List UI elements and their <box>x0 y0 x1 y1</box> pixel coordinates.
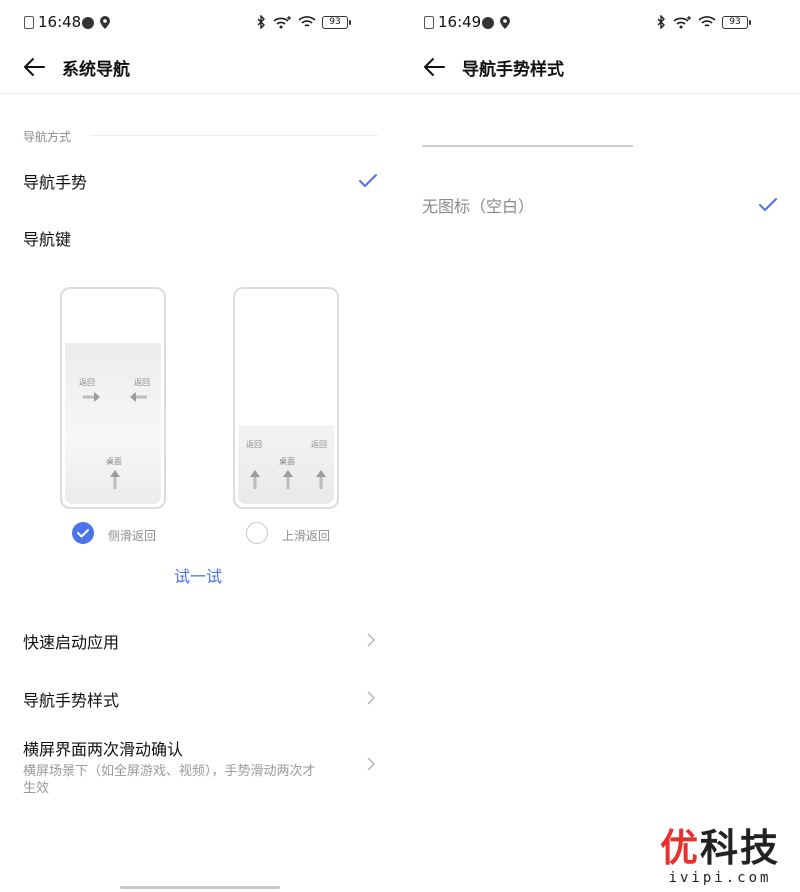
option-no-icon[interactable]: 无图标（空白） <box>422 192 778 218</box>
sim-icon <box>424 16 434 29</box>
list-item-title: 导航手势样式 <box>23 691 120 710</box>
battery-icon: 93 <box>322 15 351 29</box>
back-hint-left: 返回 <box>246 440 262 449</box>
notification-icon <box>82 17 94 29</box>
side-swipe-label: 侧滑返回 <box>108 529 157 543</box>
list-item-quick-launch[interactable]: 快速启动应用 <box>23 629 378 653</box>
swipe-up-radio[interactable] <box>246 522 268 544</box>
bluetooth-icon <box>257 15 265 29</box>
watermark-first-char: 优 <box>659 826 700 870</box>
arrow-up-icon <box>250 470 260 489</box>
side-swipe-preview[interactable]: 返回 返回 桌面 <box>60 287 166 509</box>
hotspot-icon <box>273 16 291 29</box>
notification-icon <box>482 17 494 29</box>
left-screen: 16:48 93 系统导航 导航方式 导航手势 导航键 返回 返回 桌面 返回 <box>0 0 400 892</box>
status-bar: 16:49 93 <box>424 12 751 34</box>
gesture-bar-preview <box>422 145 633 147</box>
status-bar: 16:48 93 <box>24 12 351 34</box>
header-divider <box>400 93 800 94</box>
option-gesture-nav[interactable]: 导航手势 <box>23 166 378 196</box>
location-icon <box>500 16 510 29</box>
back-hint-right: 返回 <box>311 440 327 449</box>
right-screen: 16:49 93 导航手势样式 无图标（空白） 优科技 ivipi.com <box>400 0 800 892</box>
option-label: 导航手势 <box>23 173 88 192</box>
bluetooth-icon <box>657 15 665 29</box>
check-icon <box>759 198 777 211</box>
header-divider <box>0 93 400 94</box>
try-it-link[interactable]: 试一试 <box>174 563 222 587</box>
list-item-title: 横屏界面两次滑动确认 <box>23 740 184 759</box>
back-hint-left: 返回 <box>79 378 95 387</box>
status-time: 16:48 <box>38 13 82 31</box>
arrow-up-icon <box>283 470 293 489</box>
side-swipe-radio[interactable] <box>72 522 94 544</box>
home-hint: 桌面 <box>279 457 295 466</box>
wifi-icon <box>698 16 716 27</box>
section-label: 导航方式 <box>23 130 72 144</box>
check-icon <box>359 174 377 187</box>
back-arrow-icon[interactable] <box>22 54 48 80</box>
hotspot-icon <box>673 16 691 29</box>
page-title: 系统导航 <box>62 59 130 80</box>
location-icon <box>100 16 110 29</box>
list-item-desc: 横屏场景下（如全屏游戏、视频），手势滑动两次才生效 <box>23 764 316 796</box>
list-item-landscape-confirm[interactable]: 横屏界面两次滑动确认 横屏场景下（如全屏游戏、视频），手势滑动两次才生效 <box>23 736 378 797</box>
arrow-left-icon <box>130 392 147 402</box>
battery-icon: 93 <box>722 15 751 29</box>
option-label: 无图标（空白） <box>422 197 535 216</box>
swipe-up-label: 上滑返回 <box>282 529 331 543</box>
watermark-logo: 优科技 ivipi.com <box>650 826 790 886</box>
status-time: 16:49 <box>438 13 482 31</box>
back-hint-right: 返回 <box>134 378 150 387</box>
chevron-right-icon <box>367 633 376 647</box>
arrow-right-icon <box>83 392 100 402</box>
swipe-up-preview[interactable]: 返回 返回 桌面 <box>233 287 339 509</box>
section-divider <box>90 135 378 136</box>
option-nav-keys[interactable]: 导航键 <box>23 223 378 253</box>
home-hint: 桌面 <box>106 457 122 466</box>
page-header: 导航手势样式 <box>422 48 564 86</box>
watermark-domain: ivipi.com <box>668 870 772 886</box>
arrow-up-icon <box>110 470 120 489</box>
radio-check-icon <box>77 529 89 538</box>
sim-icon <box>24 16 34 29</box>
back-arrow-icon[interactable] <box>422 54 448 80</box>
arrow-up-icon <box>316 470 326 489</box>
chevron-right-icon <box>367 757 376 771</box>
page-header: 系统导航 <box>22 48 130 86</box>
wifi-icon <box>298 16 316 27</box>
page-title: 导航手势样式 <box>462 59 564 80</box>
home-indicator[interactable] <box>120 886 280 889</box>
watermark-rest-chars: 科技 <box>700 826 781 870</box>
option-label: 导航键 <box>23 230 72 249</box>
list-item-title: 快速启动应用 <box>23 633 120 652</box>
list-item-gesture-style[interactable]: 导航手势样式 <box>23 687 378 711</box>
chevron-right-icon <box>367 691 376 705</box>
